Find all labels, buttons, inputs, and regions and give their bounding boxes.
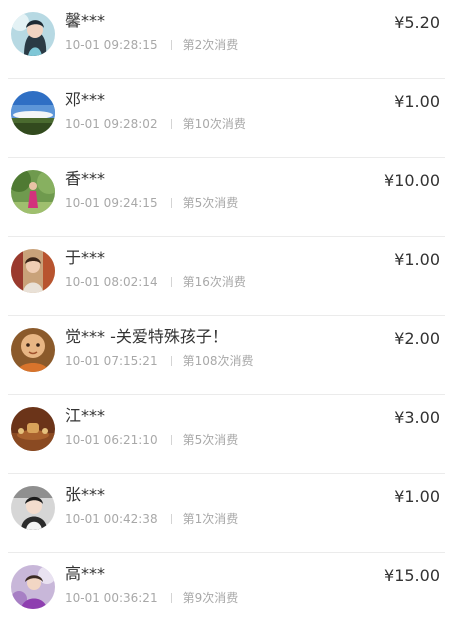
woman-car-avatar[interactable]: [11, 486, 55, 530]
amount-value: ¥5.20: [394, 13, 440, 32]
meta-divider: [170, 40, 172, 50]
sky-landscape-avatar[interactable]: [11, 91, 55, 135]
consumption-count: 第10次消费: [182, 117, 246, 131]
woman-flowers-avatar[interactable]: [11, 565, 55, 609]
consumption-count: 第5次消费: [182, 433, 239, 447]
amount-value: ¥15.00: [384, 566, 440, 585]
record-time: 10-01 00:36:21: [65, 591, 158, 605]
record-meta: 10-01 07:15:21 第108次消费: [65, 353, 253, 369]
consumption-count: 第16次消费: [182, 275, 246, 289]
consumption-count: 第108次消费: [182, 354, 254, 368]
user-name: 高***: [65, 564, 106, 583]
meta-divider: [170, 119, 172, 129]
meta-divider: [170, 277, 172, 287]
list-item[interactable]: 于*** 10-01 08:02:14 第16次消费 ¥1.00: [0, 237, 453, 316]
amount-value: ¥1.00: [394, 92, 440, 111]
record-time: 10-01 09:24:15: [65, 196, 158, 210]
list-item[interactable]: 江*** 10-01 06:21:10 第5次消费 ¥3.00: [0, 395, 453, 474]
woman-indoor-avatar[interactable]: [11, 249, 55, 293]
user-name: 香***: [65, 169, 106, 188]
meta-divider: [170, 514, 172, 524]
record-time: 10-01 00:42:38: [65, 512, 158, 526]
user-name: 觉*** -关爱特殊孩子！: [65, 327, 228, 346]
record-time: 10-01 08:02:14: [65, 275, 158, 289]
record-meta: 10-01 00:42:38 第1次消费: [65, 511, 238, 527]
woman-portrait-avatar[interactable]: [11, 12, 55, 56]
amount-value: ¥1.00: [394, 250, 440, 269]
user-name: 邓***: [65, 90, 106, 109]
record-time: 10-01 06:21:10: [65, 433, 158, 447]
record-time: 10-01 09:28:02: [65, 117, 158, 131]
record-meta: 10-01 06:21:10 第5次消费: [65, 432, 238, 448]
user-name: 于***: [65, 248, 106, 267]
user-name: 馨***: [65, 11, 106, 30]
record-meta: 10-01 09:24:15 第5次消费: [65, 195, 238, 211]
consumption-count: 第1次消费: [182, 512, 239, 526]
meta-divider: [170, 198, 172, 208]
garden-person-avatar[interactable]: [11, 170, 55, 214]
user-name: 江***: [65, 406, 106, 425]
consumption-record-list: 馨*** 10-01 09:28:15 第2次消费 ¥5.20 邓*** 10-0…: [0, 0, 453, 632]
amount-value: ¥2.00: [394, 329, 440, 348]
list-item[interactable]: 馨*** 10-01 09:28:15 第2次消费 ¥5.20: [0, 0, 453, 79]
list-item[interactable]: 高*** 10-01 00:36:21 第9次消费 ¥15.00: [0, 553, 453, 632]
list-item[interactable]: 香*** 10-01 09:24:15 第5次消费 ¥10.00: [0, 158, 453, 237]
record-meta: 10-01 08:02:14 第16次消费: [65, 274, 246, 290]
list-item[interactable]: 张*** 10-01 00:42:38 第1次消费 ¥1.00: [0, 474, 453, 553]
list-item[interactable]: 觉*** -关爱特殊孩子！ 10-01 07:15:21 第108次消费 ¥2.0…: [0, 316, 453, 395]
consumption-count: 第9次消费: [182, 591, 239, 605]
record-meta: 10-01 09:28:15 第2次消费: [65, 37, 238, 53]
list-item[interactable]: 邓*** 10-01 09:28:02 第10次消费 ¥1.00: [0, 79, 453, 158]
record-meta: 10-01 09:28:02 第10次消费: [65, 116, 246, 132]
monk-figure-avatar[interactable]: [11, 328, 55, 372]
consumption-count: 第5次消费: [182, 196, 239, 210]
meta-divider: [170, 435, 172, 445]
meta-divider: [170, 593, 172, 603]
record-time: 10-01 07:15:21: [65, 354, 158, 368]
amount-value: ¥1.00: [394, 487, 440, 506]
meta-divider: [170, 356, 172, 366]
record-meta: 10-01 00:36:21 第9次消费: [65, 590, 238, 606]
consumption-count: 第2次消费: [182, 38, 239, 52]
amount-value: ¥10.00: [384, 171, 440, 190]
user-name: 张***: [65, 485, 106, 504]
tea-set-avatar[interactable]: [11, 407, 55, 451]
record-time: 10-01 09:28:15: [65, 38, 158, 52]
amount-value: ¥3.00: [394, 408, 440, 427]
